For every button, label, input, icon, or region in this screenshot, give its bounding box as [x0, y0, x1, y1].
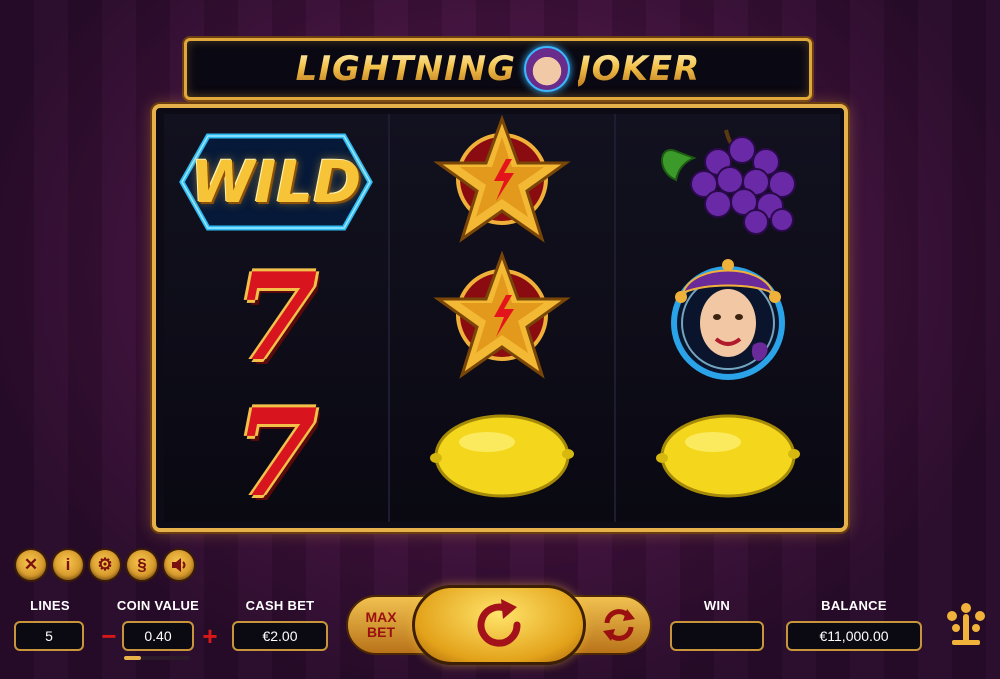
reel-1: WILD 7 7: [164, 114, 388, 522]
close-icon: ✕: [23, 555, 39, 574]
close-button[interactable]: ✕: [16, 550, 46, 580]
max-bet-label-2: BET: [367, 624, 395, 640]
lines-label: LINES: [30, 598, 70, 613]
joker-head-icon: [524, 46, 571, 92]
game-title-right: JOKER: [578, 49, 701, 89]
info-button[interactable]: i: [53, 550, 83, 580]
game-title-banner: LIGHTNING JOKER: [184, 38, 812, 100]
reel-2: [390, 114, 614, 522]
lines-field[interactable]: 5: [14, 621, 84, 651]
gear-icon: ⚙: [97, 555, 113, 574]
coin-value-increase-button[interactable]: +: [201, 623, 219, 649]
balance-field: €11,000.00: [786, 621, 922, 651]
info-icon: i: [65, 555, 71, 574]
coin-value-field: 0.40: [122, 621, 194, 651]
wild-symbol: WILD: [164, 114, 388, 250]
cash-bet-field: €2.00: [232, 621, 328, 651]
win-label: WIN: [703, 598, 731, 613]
seven-symbol: 7: [234, 247, 318, 388]
wild-symbol-text: WILD: [190, 148, 362, 216]
autoplay-icon: [603, 609, 635, 641]
seven-symbol: 7: [234, 383, 318, 524]
spin-icon: [477, 599, 521, 647]
paytable-button[interactable]: §: [127, 550, 157, 580]
balance-label: BALANCE: [821, 598, 887, 613]
lemon-symbol: [390, 386, 614, 522]
win-field: [670, 621, 764, 651]
provider-logo-icon: [947, 603, 985, 645]
sound-button[interactable]: [164, 550, 194, 580]
joker-symbol: [616, 250, 840, 386]
grapes-symbol: [616, 114, 840, 250]
cash-bet-label: CASH BET: [245, 598, 315, 613]
spin-button[interactable]: [412, 585, 586, 665]
lemon-symbol: [616, 386, 840, 522]
paytable-icon: §: [137, 555, 147, 574]
sound-icon: [172, 558, 186, 572]
star-symbol: [390, 250, 614, 386]
reel-3: [616, 114, 840, 522]
coin-value-decrease-button[interactable]: −: [100, 623, 118, 649]
coin-value-label: COIN VALUE: [116, 598, 200, 613]
max-bet-label-1: MAX: [365, 609, 397, 625]
settings-button[interactable]: ⚙: [90, 550, 120, 580]
reel-frame: WILD 7 7: [152, 104, 848, 532]
coin-value-slider-fill: [124, 656, 141, 660]
star-symbol: [390, 114, 614, 250]
game-title-left: LIGHTNING: [295, 49, 517, 89]
